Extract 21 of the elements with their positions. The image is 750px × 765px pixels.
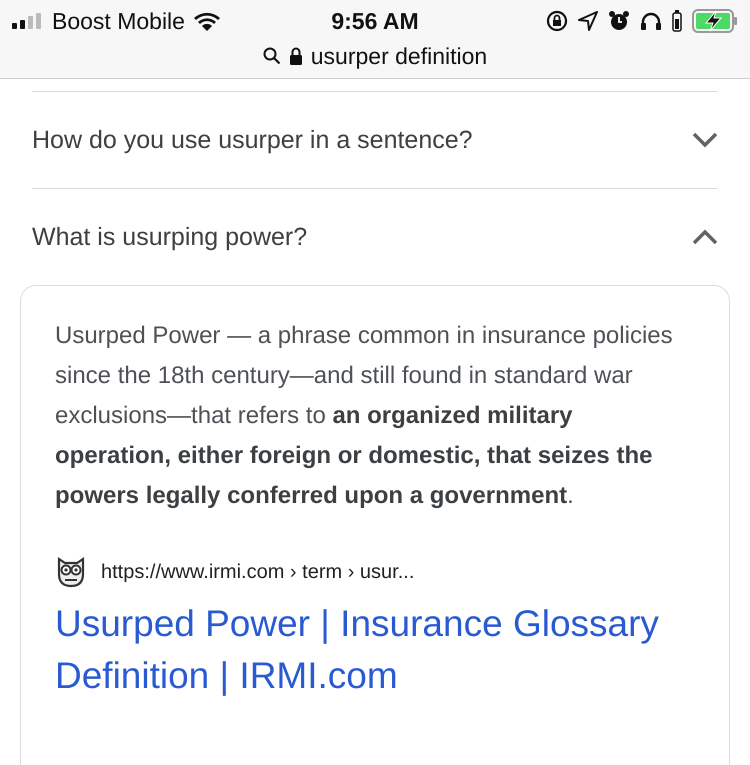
- wifi-icon: [192, 11, 221, 31]
- signal-icon: [12, 13, 44, 29]
- headphone-battery-icon: [672, 10, 682, 32]
- search-icon: [262, 47, 281, 65]
- question-row[interactable]: How do you use usurper in a sentence?: [32, 92, 718, 189]
- question-text: How do you use usurper in a sentence?: [32, 126, 473, 154]
- alarm-clock-icon: [608, 10, 630, 32]
- question-text: What is usurping power?: [32, 222, 308, 252]
- lock-icon: [288, 47, 303, 65]
- source-url: https://www.irmi.com › term › usur...: [101, 560, 414, 584]
- status-time: 9:56 AM: [331, 8, 419, 34]
- carrier-name: Boost Mobile: [52, 8, 185, 34]
- address-text[interactable]: usurper definition: [310, 42, 488, 70]
- headphones-icon: [640, 11, 662, 31]
- result-link[interactable]: Usurped Power | Insurance Glossary Definition | IRMI.com: [55, 598, 695, 702]
- owl-favicon-icon: [55, 556, 87, 588]
- rotation-lock-icon: [546, 10, 568, 32]
- question-row[interactable]: What is usurping power?: [32, 189, 718, 285]
- battery-charging-icon: [692, 9, 738, 33]
- location-arrow-icon: [578, 11, 598, 31]
- answer-paragraph: Usurped Power — a phrase common in insurance policies since the 18th century—and still found in standard war exclusions—that refers to an organized military operation, either foreign or domestic, that seizes the powers legally conferred upon a government.: [55, 321, 674, 511]
